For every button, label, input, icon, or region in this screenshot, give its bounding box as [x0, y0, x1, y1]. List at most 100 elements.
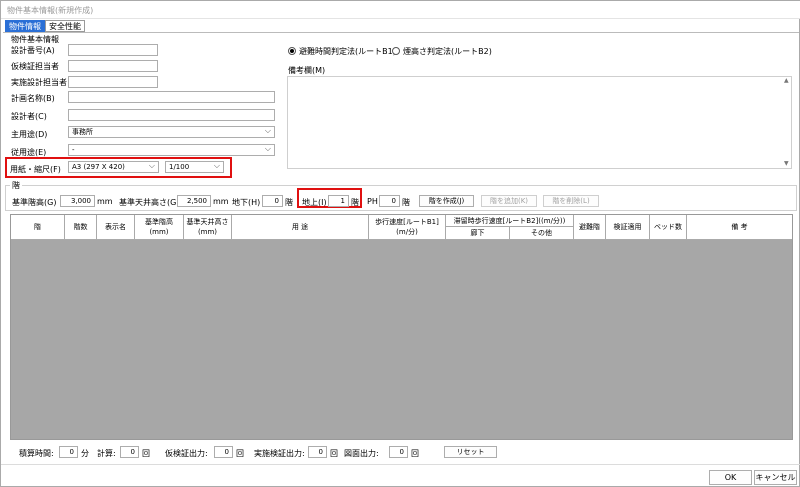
- prov-output-input: 0: [214, 446, 233, 458]
- paper-size-select[interactable]: A3 (297 X 420) ⌵: [68, 161, 159, 173]
- col-beds[interactable]: ベッド数: [650, 215, 687, 240]
- calc-label: 計算:: [97, 449, 116, 458]
- sub-use-value: -: [72, 146, 75, 154]
- actual-output-input: 0: [308, 446, 327, 458]
- calc-input: 0: [120, 446, 139, 458]
- col-count[interactable]: 階数: [65, 215, 97, 240]
- footer-divider: [1, 464, 800, 465]
- floor-group-title: 階: [10, 180, 22, 191]
- drawing-output-input: 0: [389, 446, 408, 458]
- provisional-manager-label: 仮検証担当者: [11, 62, 59, 71]
- col-display-name[interactable]: 表示名: [97, 215, 135, 240]
- tab-bar: 物件情報 安全性能: [5, 20, 85, 32]
- create-floors-button[interactable]: 階を作成(J): [419, 195, 474, 207]
- floor-table-header: 階 階数 表示名 基準階高 (mm) 基準天井高さ (mm) 用 途 歩行速度[…: [11, 215, 792, 240]
- col-verify-apply[interactable]: 検証適用: [606, 215, 650, 240]
- property-basic-info-window: 物件基本情報(新規作成) 物件情報 安全性能 物件基本情報 設計番号(A) 仮検…: [0, 0, 800, 487]
- calc-time-label: 積算時間:: [19, 449, 54, 458]
- memo-scrollbar[interactable]: ▲ ▼: [783, 77, 791, 168]
- col-other[interactable]: その他: [510, 227, 574, 240]
- col-refuge-floor[interactable]: 避難階: [574, 215, 606, 240]
- col-remarks[interactable]: 備 考: [687, 215, 792, 240]
- tab-divider: [3, 32, 799, 33]
- ph-label: PH: [367, 197, 378, 206]
- window-title: 物件基本情報(新規作成): [7, 6, 94, 15]
- above-ground-unit: 階: [351, 198, 359, 207]
- tab-property-info[interactable]: 物件情報: [5, 20, 45, 32]
- calc-time-input: 0: [59, 446, 78, 458]
- col-corridor[interactable]: 廊下: [446, 227, 510, 240]
- memo-label: 備考欄(M): [288, 66, 326, 75]
- delete-floor-button[interactable]: 階を削除(L): [543, 195, 599, 207]
- chevron-down-icon: ⌵: [264, 126, 271, 135]
- basement-unit: 階: [285, 198, 293, 207]
- route-b1-radio[interactable]: [288, 47, 296, 55]
- col-std-ceiling[interactable]: 基準天井高さ (mm): [184, 215, 232, 240]
- basic-info-group-title: 物件基本情報: [11, 35, 59, 44]
- ph-input[interactable]: 0: [379, 195, 400, 207]
- provisional-manager-input[interactable]: [68, 60, 158, 72]
- paper-scale-label: 用紙・縮尺(F): [10, 165, 61, 174]
- col-floor[interactable]: 階: [11, 215, 65, 240]
- cancel-button[interactable]: キャンセル: [754, 470, 797, 485]
- actual-manager-label: 実施設計担当者: [11, 78, 67, 87]
- basement-input[interactable]: 0: [262, 195, 283, 207]
- ok-button[interactable]: OK: [709, 470, 752, 485]
- route-b2-label: 煙高さ判定法(ルートB2): [403, 47, 492, 56]
- scale-value: 1/100: [169, 163, 190, 171]
- paper-size-value: A3 (297 X 420): [72, 163, 125, 171]
- col-std-height-unit: (mm): [149, 228, 169, 236]
- scale-select[interactable]: 1/100 ⌵: [165, 161, 224, 173]
- drawing-output-unit: 回: [411, 449, 419, 458]
- chevron-down-icon: ⌵: [213, 161, 220, 170]
- scroll-down-icon[interactable]: ▼: [784, 160, 789, 167]
- designer-label: 設計者(C): [11, 112, 47, 121]
- actual-manager-input[interactable]: [68, 76, 158, 88]
- plan-name-label: 計画名称(B): [11, 94, 55, 103]
- scroll-up-icon[interactable]: ▲: [784, 77, 789, 84]
- above-ground-input[interactable]: 1: [328, 195, 349, 207]
- std-ceiling-input[interactable]: 2,500: [177, 195, 211, 207]
- col-std-ceiling-title: 基準天井高さ: [186, 218, 229, 226]
- col-walk-speed-unit: (m/分): [396, 228, 418, 236]
- floor-table[interactable]: 階 階数 表示名 基準階高 (mm) 基準天井高さ (mm) 用 途 歩行速度[…: [10, 214, 793, 440]
- calc-unit: 回: [142, 449, 150, 458]
- col-stay-speed[interactable]: 滞留時歩行速度[ルートB2]((m/分)): [446, 215, 574, 227]
- chevron-down-icon: ⌵: [148, 161, 155, 170]
- design-no-input[interactable]: [68, 44, 158, 56]
- prov-output-label: 仮検証出力:: [165, 449, 208, 458]
- tab-safety-performance[interactable]: 安全性能: [45, 20, 85, 32]
- col-std-height[interactable]: 基準階高 (mm): [135, 215, 184, 240]
- col-std-ceiling-unit: (mm): [197, 228, 218, 236]
- main-use-value: 事務所: [72, 128, 93, 136]
- col-std-height-title: 基準階高: [145, 218, 173, 226]
- basement-label: 地下(H): [232, 198, 261, 207]
- plan-name-input[interactable]: [68, 91, 275, 103]
- std-height-unit: mm: [97, 197, 113, 206]
- memo-textarea[interactable]: ▲ ▼: [287, 76, 792, 169]
- above-ground-label: 地上(I): [302, 198, 327, 207]
- std-ceiling-unit: mm: [213, 197, 229, 206]
- add-floor-button[interactable]: 階を追加(K): [481, 195, 537, 207]
- chevron-down-icon: ⌵: [264, 144, 271, 153]
- title-bar: 物件基本情報(新規作成): [1, 1, 800, 19]
- route-b2-radio[interactable]: [392, 47, 400, 55]
- design-no-label: 設計番号(A): [11, 46, 55, 55]
- std-ceiling-label: 基準天井高さ(G): [119, 198, 180, 207]
- ph-unit: 階: [402, 198, 410, 207]
- std-height-label: 基準階高(G): [12, 198, 57, 207]
- reset-button[interactable]: リセット: [444, 446, 497, 458]
- drawing-output-label: 図面出力:: [344, 449, 379, 458]
- actual-output-unit: 回: [330, 449, 338, 458]
- col-walk-speed-title: 歩行速度[ルートB1]: [375, 218, 439, 226]
- std-height-input[interactable]: 3,000: [60, 195, 95, 207]
- main-use-select[interactable]: 事務所 ⌵: [68, 126, 275, 138]
- designer-input[interactable]: [68, 109, 275, 121]
- col-use[interactable]: 用 途: [232, 215, 369, 240]
- calc-time-unit: 分: [81, 449, 89, 458]
- main-use-label: 主用途(D): [11, 130, 48, 139]
- col-walk-speed[interactable]: 歩行速度[ルートB1] (m/分): [369, 215, 446, 240]
- actual-output-label: 実施検証出力:: [254, 449, 305, 458]
- prov-output-unit: 回: [236, 449, 244, 458]
- sub-use-select[interactable]: - ⌵: [68, 144, 275, 156]
